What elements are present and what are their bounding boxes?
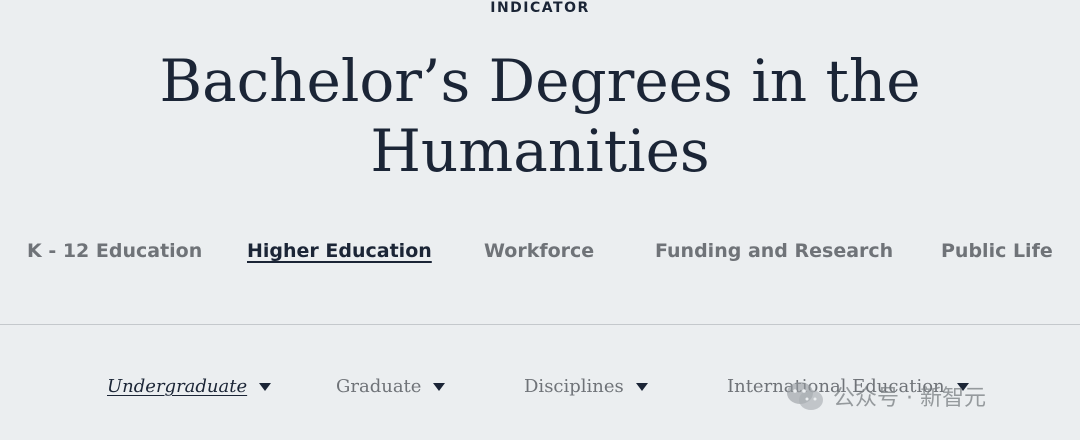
subnav-item-label: Undergraduate	[107, 376, 248, 397]
subnav-item-label: International Education	[727, 376, 945, 397]
subnav-item-graduate[interactable]: Graduate	[336, 376, 446, 397]
page-title: Bachelor’s Degrees in the Humanities	[0, 46, 1080, 186]
nav-item-higher-education[interactable]: Higher Education	[247, 240, 432, 262]
subnav-item-label: Graduate	[336, 376, 422, 397]
nav-item-workforce[interactable]: Workforce	[484, 240, 594, 262]
indicator-kicker: INDICATOR	[490, 0, 590, 16]
subnav-item-disciplines[interactable]: Disciplines	[524, 376, 648, 397]
subnav-item-undergraduate[interactable]: Undergraduate	[107, 376, 272, 397]
page-title-line1: Bachelor’s Degrees in the	[159, 47, 921, 115]
sub-nav: Undergraduate Graduate Disciplines Inter…	[0, 376, 1080, 406]
main-nav: K - 12 Education Higher Education Workfo…	[0, 240, 1080, 270]
nav-item-k12-education[interactable]: K - 12 Education	[27, 240, 202, 262]
nav-divider	[0, 324, 1080, 325]
caret-down-icon	[635, 383, 648, 391]
subnav-item-international-education[interactable]: International Education	[727, 376, 969, 397]
nav-item-funding-and-research[interactable]: Funding and Research	[655, 240, 893, 262]
page-title-line2: Humanities	[370, 117, 710, 185]
nav-item-public-life[interactable]: Public Life	[941, 240, 1053, 262]
caret-down-icon	[433, 383, 446, 391]
subnav-item-label: Disciplines	[524, 376, 624, 397]
caret-down-icon	[956, 383, 969, 391]
caret-down-icon	[259, 383, 272, 391]
